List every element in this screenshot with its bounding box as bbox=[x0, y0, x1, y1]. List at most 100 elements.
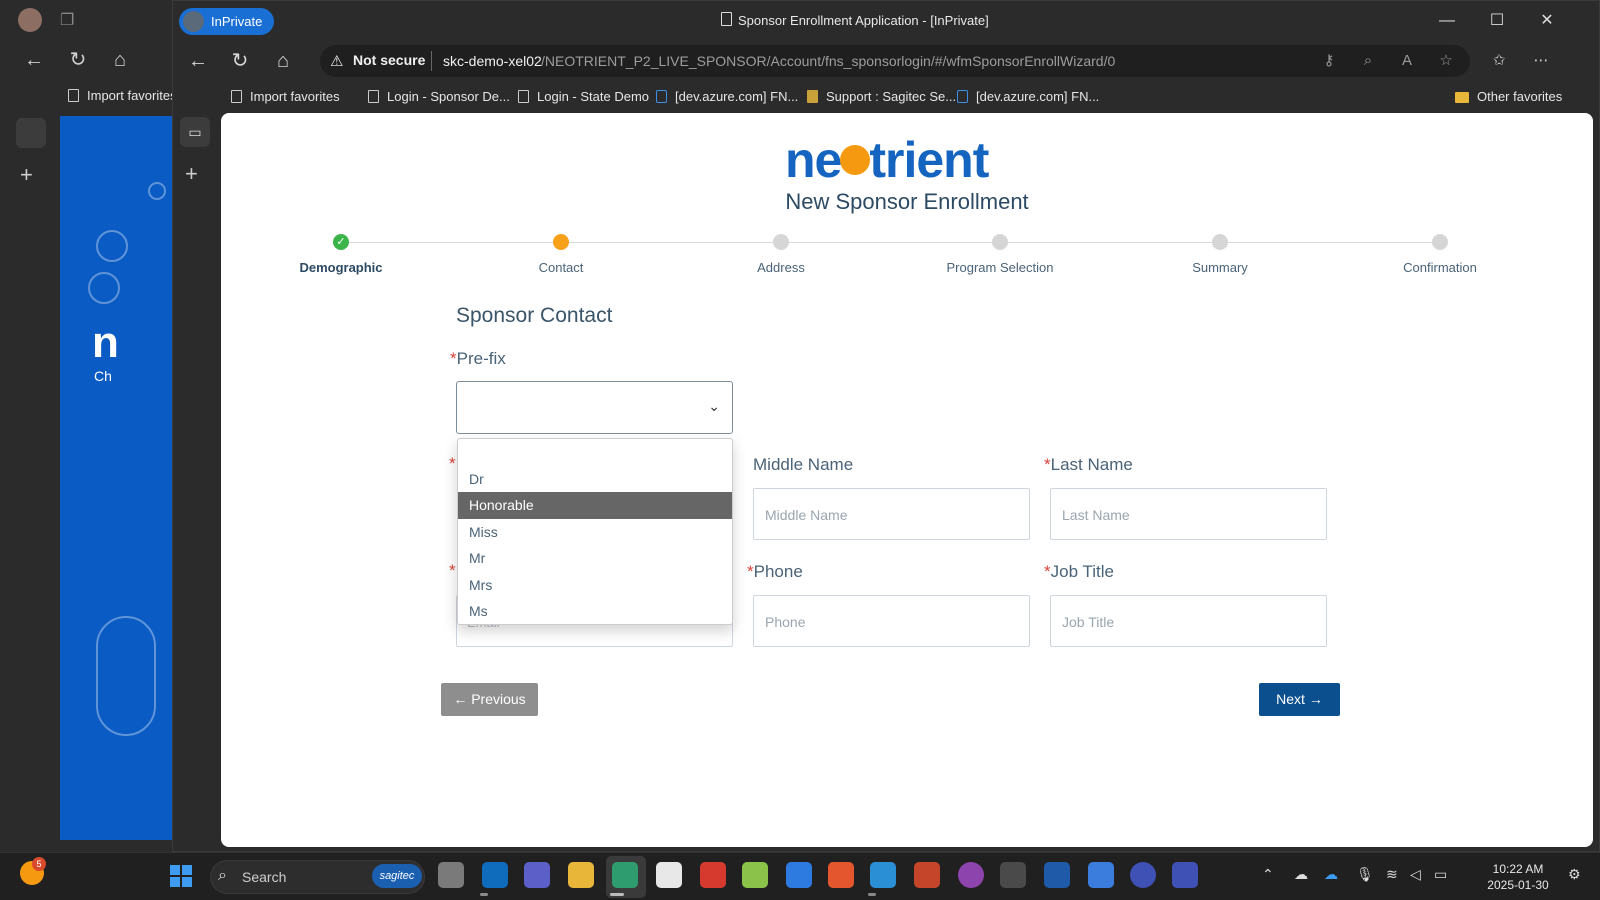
last-name-input[interactable]: Last Name bbox=[1050, 488, 1327, 540]
powerpoint-icon[interactable] bbox=[914, 862, 940, 888]
security-icon[interactable] bbox=[1000, 862, 1026, 888]
outlook-icon[interactable] bbox=[482, 862, 508, 888]
volume-icon[interactable]: ◁ bbox=[1410, 866, 1421, 883]
prefix-option-mrs[interactable]: Mrs bbox=[458, 572, 732, 599]
vertical-tab[interactable] bbox=[16, 118, 46, 148]
step-program-selection[interactable]: Program Selection bbox=[910, 260, 1090, 275]
photos-icon[interactable] bbox=[870, 862, 896, 888]
other-favorites[interactable]: Other favorites bbox=[1455, 89, 1562, 104]
prefix-select[interactable]: ⌄ bbox=[456, 381, 733, 434]
back-icon[interactable]: ← bbox=[185, 48, 211, 74]
query-icon[interactable] bbox=[1172, 862, 1198, 888]
back-icon[interactable]: ← bbox=[22, 48, 46, 72]
chevron-up-icon[interactable]: ⌃ bbox=[1262, 866, 1274, 883]
new-tab-icon[interactable]: + bbox=[20, 162, 33, 188]
prefix-option-empty[interactable] bbox=[458, 439, 732, 466]
required-mark: * bbox=[449, 561, 456, 580]
favorite-azure-1[interactable]: [dev.azure.com] FN... bbox=[656, 89, 798, 104]
favorite-sagitec-support[interactable]: Support : Sagitec Se... bbox=[807, 89, 956, 104]
url-host[interactable]: skc-demo-xel02 bbox=[443, 53, 542, 69]
clock-date[interactable]: 2025-01-30 bbox=[1478, 878, 1558, 892]
home-icon[interactable]: ⌂ bbox=[270, 48, 296, 74]
middle-name-input[interactable]: Middle Name bbox=[753, 488, 1030, 540]
favorite-star-icon[interactable]: ☆ bbox=[1436, 51, 1456, 71]
step-demographic[interactable]: Demographic bbox=[251, 260, 431, 275]
step-address[interactable]: Address bbox=[691, 260, 871, 275]
favorite-login-sponsor[interactable]: Login - Sponsor De... bbox=[368, 89, 510, 104]
favorite-import[interactable]: Import favorites bbox=[231, 89, 340, 104]
next-button[interactable]: Next → bbox=[1259, 683, 1340, 716]
email-required-mark: * bbox=[449, 561, 456, 581]
teams-icon[interactable] bbox=[524, 862, 550, 888]
step-done-check-icon: ✓ bbox=[333, 234, 349, 250]
wifi-icon[interactable]: ≋ bbox=[1386, 866, 1398, 883]
prefix-option-miss[interactable]: Miss bbox=[458, 519, 732, 546]
job-title-input[interactable]: Job Title bbox=[1050, 595, 1327, 647]
sagitec-search-badge: sagitec bbox=[372, 864, 422, 888]
drink-doodle bbox=[96, 616, 156, 736]
notifications-icon[interactable]: ⚙ bbox=[1568, 866, 1581, 883]
prefix-option-mr[interactable]: Mr bbox=[458, 545, 732, 572]
power-icon[interactable] bbox=[958, 862, 984, 888]
onedrive-icon[interactable]: ☁ bbox=[1324, 866, 1338, 883]
prefix-option-honorable[interactable]: Honorable bbox=[458, 492, 732, 519]
prefix-dropdown-list[interactable]: Dr Honorable Miss Mr Mrs Ms bbox=[457, 438, 733, 625]
task-view-icon[interactable] bbox=[438, 862, 464, 888]
profile-avatar[interactable] bbox=[18, 8, 42, 32]
next-label: Next bbox=[1276, 691, 1305, 707]
minimize-icon[interactable]: — bbox=[1427, 9, 1467, 33]
chevron-down-icon: ⌄ bbox=[708, 398, 720, 414]
vivaldi-icon[interactable] bbox=[700, 862, 726, 888]
refresh-icon[interactable]: ↻ bbox=[66, 48, 90, 72]
workspaces-icon[interactable]: ❐ bbox=[60, 10, 80, 30]
page-icon bbox=[518, 90, 529, 103]
notepad-icon[interactable] bbox=[1088, 862, 1114, 888]
more-icon[interactable]: ⋯ bbox=[1531, 51, 1551, 71]
warning-icon[interactable]: ⚠ bbox=[330, 52, 348, 70]
notepad-plus-icon[interactable] bbox=[742, 862, 768, 888]
address-separator bbox=[431, 51, 432, 71]
vertical-tab[interactable]: ▭ bbox=[180, 117, 210, 147]
key-icon[interactable]: ⚷ bbox=[1319, 51, 1339, 71]
url-path[interactable]: /NEOTRIENT_P2_LIVE_SPONSOR/Account/fns_s… bbox=[541, 53, 1115, 69]
running-indicator bbox=[480, 893, 488, 896]
refresh-icon[interactable]: ↻ bbox=[227, 48, 253, 74]
phone-input[interactable]: Phone bbox=[753, 595, 1030, 647]
slack-icon[interactable] bbox=[656, 862, 682, 888]
step-summary[interactable]: Summary bbox=[1130, 260, 1310, 275]
step-confirmation[interactable]: Confirmation bbox=[1350, 260, 1530, 275]
powershell-icon[interactable] bbox=[1044, 862, 1070, 888]
home-icon[interactable]: ⌂ bbox=[108, 48, 132, 72]
edge-icon[interactable] bbox=[612, 862, 638, 888]
last-name-label-text: Last Name bbox=[1050, 455, 1133, 474]
maximize-icon[interactable]: ☐ bbox=[1477, 9, 1517, 33]
favorite-login-state[interactable]: Login - State Demo bbox=[518, 89, 649, 104]
security-status[interactable]: Not secure bbox=[353, 52, 425, 68]
read-aloud-icon[interactable]: A bbox=[1397, 51, 1417, 71]
step-dot bbox=[1432, 234, 1448, 250]
required-mark: * bbox=[1044, 562, 1051, 581]
favorites-icon[interactable]: ✩ bbox=[1489, 51, 1509, 71]
azure-devops-icon bbox=[957, 90, 968, 103]
close-icon[interactable]: ✕ bbox=[1527, 9, 1567, 33]
microphone-icon[interactable]: 🎙 bbox=[1356, 866, 1374, 883]
onedrive-warning-icon[interactable]: ☁ bbox=[1294, 866, 1308, 883]
favorites-import[interactable]: Import favorites bbox=[68, 88, 177, 103]
stack-icon[interactable] bbox=[828, 862, 854, 888]
job-title-label-text: Job Title bbox=[1050, 562, 1114, 581]
file-explorer-icon[interactable] bbox=[568, 862, 594, 888]
inprivate-badge[interactable]: InPrivate bbox=[179, 8, 275, 35]
start-icon[interactable] bbox=[170, 865, 192, 887]
zoom-icon[interactable]: ⌕ bbox=[1358, 51, 1378, 71]
step-contact[interactable]: Contact bbox=[471, 260, 651, 275]
new-tab-icon[interactable]: + bbox=[185, 161, 198, 187]
prefix-option-dr[interactable]: Dr bbox=[458, 466, 732, 493]
clock-time[interactable]: 10:22 AM bbox=[1478, 862, 1558, 876]
battery-icon[interactable]: ▭ bbox=[1434, 866, 1447, 883]
favorites-import-label: Import favorites bbox=[87, 88, 177, 103]
favorite-azure-2[interactable]: [dev.azure.com] FN... bbox=[957, 89, 1099, 104]
todo-icon[interactable] bbox=[786, 862, 812, 888]
previous-button[interactable]: ← Previous bbox=[441, 683, 538, 716]
prefix-option-ms[interactable]: Ms bbox=[458, 598, 732, 624]
settings-icon[interactable] bbox=[1130, 862, 1156, 888]
